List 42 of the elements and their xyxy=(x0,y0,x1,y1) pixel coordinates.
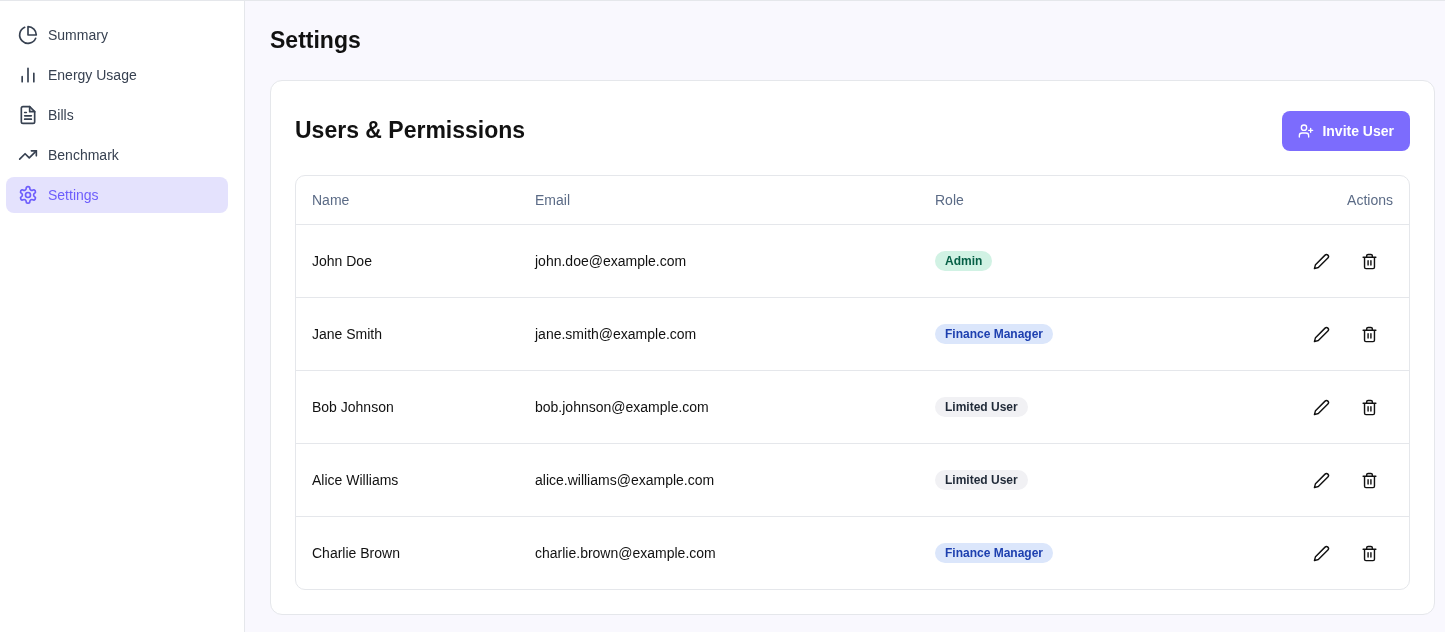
table-cell-text: john.doe@example.com xyxy=(535,253,688,269)
trash-icon xyxy=(1360,325,1378,343)
pencil-icon xyxy=(1312,544,1330,562)
table-cell-text: bob.johnson@example.com xyxy=(535,399,710,415)
column-header: Actions xyxy=(1346,192,1393,208)
settings-icon xyxy=(18,185,38,205)
role-badge: Finance Manager xyxy=(935,543,1054,563)
invite-user-button[interactable]: Invite User xyxy=(1282,111,1410,151)
role-badge: Limited User xyxy=(935,397,1028,417)
sidebar-item[interactable]: Bills xyxy=(6,97,228,133)
table-cell-text: jane.smith@example.com xyxy=(535,326,698,342)
sidebar-item[interactable]: Summary xyxy=(6,17,228,53)
table-cell-text: Jane Smith xyxy=(312,326,384,342)
pie-chart-icon xyxy=(18,25,38,45)
column-header: Name xyxy=(312,192,351,208)
table-cell-text: alice.williams@example.com xyxy=(535,472,716,488)
card-title: Users & Permissions xyxy=(295,117,526,144)
table-cell-text: charlie.brown@example.com xyxy=(535,545,717,561)
role-badge: Limited User xyxy=(935,470,1028,490)
page-title: Settings xyxy=(270,27,362,54)
pencil-icon xyxy=(1312,325,1330,343)
sidebar-item[interactable]: Settings xyxy=(6,177,228,213)
trash-icon xyxy=(1360,252,1378,270)
pencil-icon xyxy=(1312,398,1330,416)
column-header: Role xyxy=(935,192,965,208)
table-cell-text: Alice Williams xyxy=(312,472,400,488)
trash-icon xyxy=(1360,544,1378,562)
document-icon xyxy=(18,105,38,125)
role-badge: Admin xyxy=(935,251,993,271)
sidebar-item[interactable]: Energy Usage xyxy=(6,57,228,93)
column-header: Email xyxy=(535,192,571,208)
role-badge: Finance Manager xyxy=(935,324,1054,344)
table-cell-text: John Doe xyxy=(312,253,373,269)
table-cell-text: Charlie Brown xyxy=(312,545,401,561)
pencil-icon xyxy=(1312,471,1330,489)
trash-icon xyxy=(1360,398,1378,416)
trash-icon xyxy=(1360,471,1378,489)
add-user-icon xyxy=(1298,123,1315,139)
bar-chart-icon xyxy=(18,65,38,85)
sidebar-item[interactable]: Benchmark xyxy=(6,137,228,173)
table-cell-text: Bob Johnson xyxy=(312,399,395,415)
pencil-icon xyxy=(1312,252,1330,270)
